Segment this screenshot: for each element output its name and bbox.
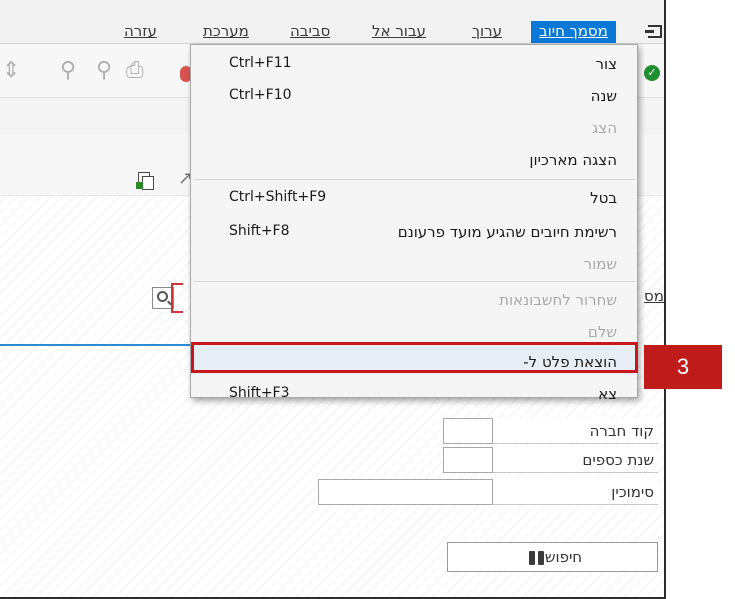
menu-item-label: שנה [590, 87, 617, 105]
menu-item-label: שחרור לחשבונאות [499, 291, 617, 309]
menu-item-label: בטל [590, 189, 617, 207]
fiscal-year-label: שנת כספים [493, 447, 658, 473]
menu-item-label: שלם [587, 323, 617, 341]
menu-separator [193, 281, 635, 282]
reference-label: סימוכין [493, 479, 658, 505]
menu-item-create[interactable]: Ctrl+F11 צור [191, 49, 637, 81]
binoculars-icon [528, 550, 545, 565]
menu-environment[interactable]: סביבה [290, 21, 330, 43]
document-overview-icon[interactable] [136, 170, 154, 190]
find-icon[interactable]: ⚲ [60, 58, 76, 83]
menu-item-save[interactable]: שמור [191, 249, 637, 281]
menu-item-shortcut: Shift+F3 [229, 385, 290, 401]
search-button-label: חיפוש [544, 548, 583, 566]
menu-item-label: הצגה מארכיון [529, 151, 617, 169]
document-number-label: מס [644, 287, 664, 305]
menu-item-label: צור [595, 55, 617, 73]
print-icon[interactable]: ⎙ [126, 58, 144, 83]
menu-help[interactable]: עזרה [124, 21, 157, 43]
menu-goto[interactable]: עבור אל [372, 21, 426, 43]
reference-input[interactable] [318, 479, 493, 505]
company-code-label: קוד חברה [493, 418, 658, 444]
callout-step-number: 3 [644, 345, 722, 389]
company-code-row: קוד חברה [443, 418, 658, 444]
menu-edit[interactable]: ערוך [472, 21, 502, 43]
menu-item-change[interactable]: Ctrl+F10 שנה [191, 81, 637, 113]
section-divider [0, 344, 190, 346]
screenshot-stage: מסמך חיוב ערוך עבור אל סביבה מערכת עזרה … [0, 0, 735, 599]
fiscal-year-row: שנת כספים [443, 447, 658, 473]
menu-item-display-archive[interactable]: הצגה מארכיון [191, 145, 637, 177]
find-next-icon[interactable]: ⚲ [96, 58, 112, 83]
ok-icon[interactable]: ✓ [644, 65, 660, 81]
menu-billing-document[interactable]: מסמך חיוב [531, 21, 616, 43]
required-field-marker [171, 283, 183, 313]
sap-window: מסמך חיוב ערוך עבור אל סביבה מערכת עזרה … [0, 0, 666, 599]
magnifier-icon [157, 291, 168, 302]
fiscal-year-input[interactable] [443, 447, 493, 473]
callout-highlight-frame [191, 342, 638, 373]
menu-item-exit[interactable]: Shift+F3 צא [191, 379, 637, 411]
menu-item-shortcut: Ctrl+F11 [229, 55, 292, 71]
reference-row: סימוכין [318, 479, 658, 505]
menu-separator [193, 179, 635, 180]
menu-item-display[interactable]: הצג [191, 113, 637, 145]
menu-item-label: רשימת חיובים שהגיע מועד פרעונם [397, 223, 617, 241]
scroll-icon[interactable]: ⇕ [2, 58, 20, 83]
menu-item-shortcut: Ctrl+Shift+F9 [229, 189, 327, 205]
menu-item-release-accounting[interactable]: שחרור לחשבונאות [191, 285, 637, 317]
menu-item-shortcut: Ctrl+F10 [229, 87, 292, 103]
menu-item-shortcut: Shift+F8 [229, 223, 290, 239]
company-code-input[interactable] [443, 418, 493, 444]
menu-item-label: הצג [592, 119, 617, 137]
exit-menu-icon[interactable] [645, 25, 662, 38]
menu-system[interactable]: מערכת [203, 21, 249, 43]
menu-item-due-list[interactable]: Shift+F8 רשימת חיובים שהגיע מועד פרעונם [191, 217, 637, 249]
menu-bar: מסמך חיוב ערוך עבור אל סביבה מערכת עזרה [0, 0, 664, 44]
search-button[interactable]: חיפוש [447, 542, 658, 572]
menu-item-label: צא [598, 385, 617, 403]
menu-item-label: שמור [583, 255, 617, 273]
menu-item-cancel[interactable]: Ctrl+Shift+F9 בטל [191, 183, 637, 215]
